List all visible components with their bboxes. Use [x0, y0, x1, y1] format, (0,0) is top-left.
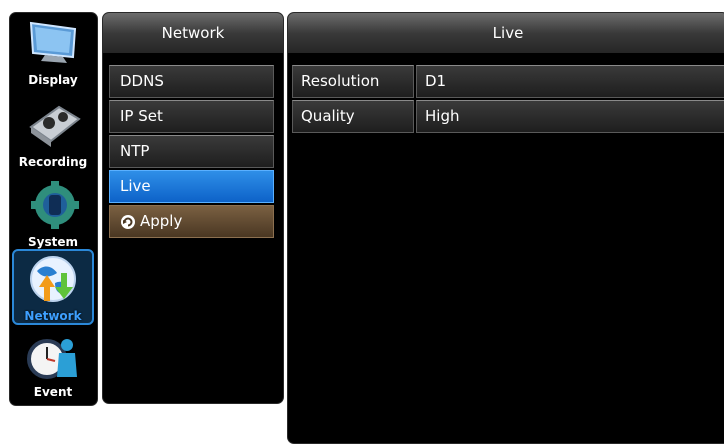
content-title: Live — [288, 13, 724, 53]
menu-item-ddns[interactable]: DDNS — [109, 65, 274, 98]
apply-label: Apply — [140, 212, 183, 230]
network-globe-icon — [30, 256, 76, 302]
menu-item-live[interactable]: Live — [109, 170, 274, 203]
quality-value[interactable]: High — [416, 100, 724, 133]
category-event[interactable]: Event — [12, 329, 94, 403]
resolution-value[interactable]: D1 — [416, 65, 724, 98]
setting-row-quality: Quality High — [292, 100, 724, 133]
network-menu-panel: Network DDNS IP Set NTP Live Apply — [102, 12, 284, 404]
menu-item-label: DDNS — [120, 72, 164, 90]
category-sidebar: Display Recording System Network Event — [9, 12, 98, 406]
system-gear-icon — [31, 181, 79, 229]
quality-label: Quality — [292, 100, 414, 133]
event-clock-icon — [27, 339, 77, 379]
apply-button[interactable]: Apply — [109, 205, 274, 238]
category-network[interactable]: Network — [12, 249, 94, 325]
category-recording[interactable]: Recording — [12, 97, 94, 175]
menu-item-label: Live — [120, 177, 151, 195]
category-display[interactable]: Display — [12, 17, 94, 95]
resolution-label: Resolution — [292, 65, 414, 98]
setting-row-resolution: Resolution D1 — [292, 65, 724, 98]
category-system[interactable]: System — [12, 177, 94, 253]
monitor-icon — [29, 21, 77, 63]
refresh-icon — [121, 214, 135, 229]
menu-item-label: IP Set — [120, 107, 163, 125]
menu-title: Network — [103, 13, 283, 53]
recording-icon — [29, 105, 81, 147]
menu-item-ntp[interactable]: NTP — [109, 135, 274, 168]
menu-item-ip-set[interactable]: IP Set — [109, 100, 274, 133]
menu-item-label: NTP — [120, 142, 150, 160]
live-settings-panel: Live Resolution D1 Quality High — [287, 12, 724, 444]
